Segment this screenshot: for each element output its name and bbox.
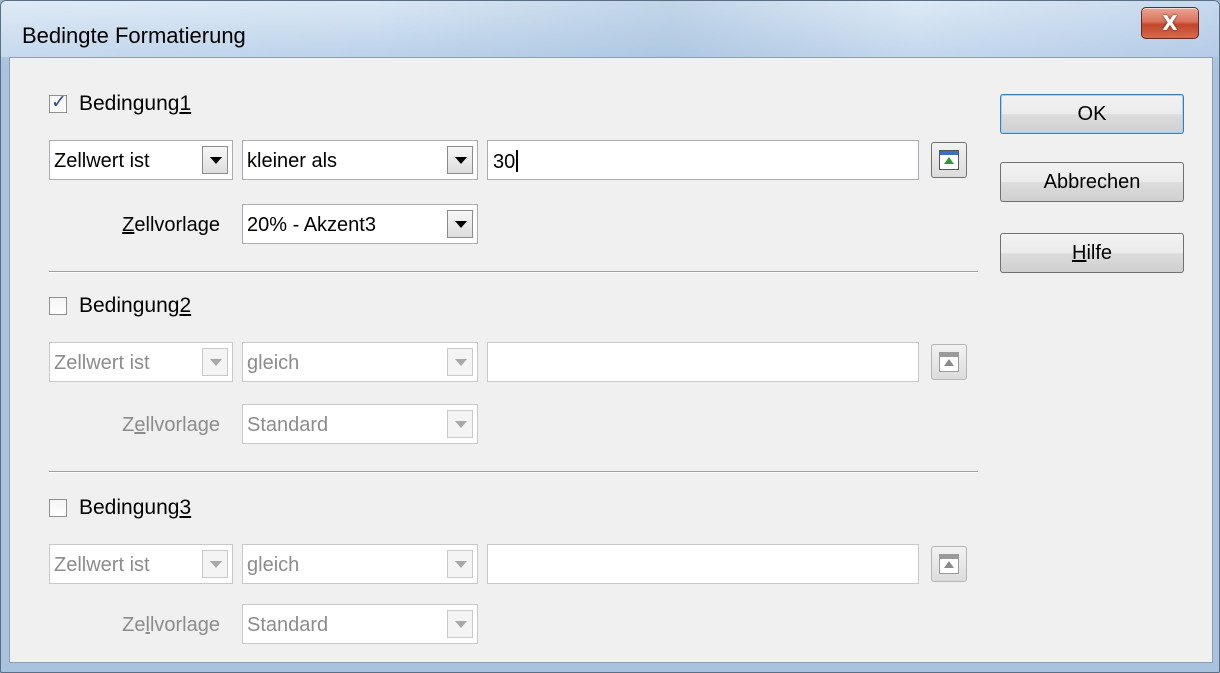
condition-3-operator-select[interactable]: gleich: [242, 544, 478, 584]
condition-1-operator-value: kleiner als: [247, 150, 338, 172]
chevron-down-icon[interactable]: [447, 410, 473, 438]
condition-3-shrink-button[interactable]: [931, 546, 967, 582]
condition-3-label-number: 3: [179, 496, 192, 519]
dialog-body: Bedingung 1 Zellwert ist kleiner als 30 …: [9, 57, 1213, 663]
condition-2-checkbox[interactable]: Bedingung 2: [49, 294, 191, 318]
close-icon: X: [1162, 11, 1178, 35]
condition-1-style-select[interactable]: 20% - Akzent3: [242, 204, 478, 244]
condition-3-style-value: Standard: [247, 614, 329, 636]
condition-1-label-prefix: Bedingung: [79, 92, 180, 115]
condition-1-shrink-button[interactable]: [931, 142, 967, 178]
condition-2-value-input[interactable]: [487, 342, 919, 382]
cancel-button[interactable]: Abbrechen: [1000, 162, 1184, 202]
chevron-down-icon[interactable]: [202, 146, 228, 174]
checkbox-unchecked-icon[interactable]: [49, 297, 67, 315]
condition-1-type-value: Zellwert ist: [54, 150, 150, 172]
condition-3-value-input[interactable]: [487, 544, 919, 584]
window-title: Bedingte Formatierung: [22, 23, 246, 48]
condition-2-label-number: 2: [179, 294, 192, 317]
condition-1-style-value: 20% - Akzent3: [247, 214, 376, 236]
condition-2-type-value: Zellwert ist: [54, 352, 150, 374]
shrink-dialog-icon: [939, 554, 959, 574]
condition-3-operator-value: gleich: [247, 554, 300, 576]
chevron-down-icon[interactable]: [447, 550, 473, 578]
condition-2-operator-value: gleich: [247, 352, 300, 374]
condition-1-style-label: Zellvorlage: [122, 214, 220, 236]
shrink-dialog-icon: [939, 352, 959, 372]
condition-2-style-label: Zellvorlage: [122, 414, 220, 436]
condition-3-label-prefix: Bedingung: [79, 496, 180, 519]
condition-1-checkbox[interactable]: Bedingung 1: [49, 91, 192, 116]
condition-1-label-number: 1: [179, 92, 192, 115]
condition-2-type-select[interactable]: Zellwert ist: [49, 342, 233, 382]
condition-2-operator-select[interactable]: gleich: [242, 342, 478, 382]
title-bar[interactable]: Bedingte Formatierung X: [1, 1, 1219, 57]
condition-1-operator-select[interactable]: kleiner als: [242, 140, 478, 180]
condition-1-type-select[interactable]: Zellwert ist: [49, 140, 233, 180]
help-button[interactable]: Hilfe: [1000, 233, 1184, 273]
condition-2-style-select[interactable]: Standard: [242, 404, 478, 444]
shrink-dialog-icon: [939, 150, 959, 170]
condition-3-style-label: Zellvorlage: [122, 614, 220, 636]
condition-1-value-text: 30: [493, 151, 516, 173]
dialog-window: Bedingte Formatierung X Bedingung 1 Zell…: [0, 0, 1220, 673]
condition-2-style-value: Standard: [247, 414, 329, 436]
chevron-down-icon[interactable]: [447, 610, 473, 638]
close-button[interactable]: X: [1141, 7, 1199, 39]
condition-3-type-select[interactable]: Zellwert ist: [49, 544, 233, 584]
chevron-down-icon[interactable]: [202, 348, 228, 376]
condition-2-label-prefix: Bedingung: [79, 294, 180, 317]
chevron-down-icon[interactable]: [447, 210, 473, 238]
chevron-down-icon[interactable]: [447, 146, 473, 174]
condition-3-type-value: Zellwert ist: [54, 554, 150, 576]
checkmark-icon[interactable]: [49, 91, 67, 113]
chevron-down-icon[interactable]: [447, 348, 473, 376]
condition-2-shrink-button[interactable]: [931, 344, 967, 380]
condition-1-value-input[interactable]: 30: [487, 140, 919, 180]
condition-3-checkbox[interactable]: Bedingung 3: [49, 496, 191, 520]
divider: [49, 471, 978, 473]
divider: [49, 271, 978, 273]
chevron-down-icon[interactable]: [202, 550, 228, 578]
ok-button[interactable]: OK: [1000, 94, 1184, 134]
text-caret: [516, 150, 519, 172]
checkbox-unchecked-icon[interactable]: [49, 499, 67, 517]
condition-3-style-select[interactable]: Standard: [242, 604, 478, 644]
